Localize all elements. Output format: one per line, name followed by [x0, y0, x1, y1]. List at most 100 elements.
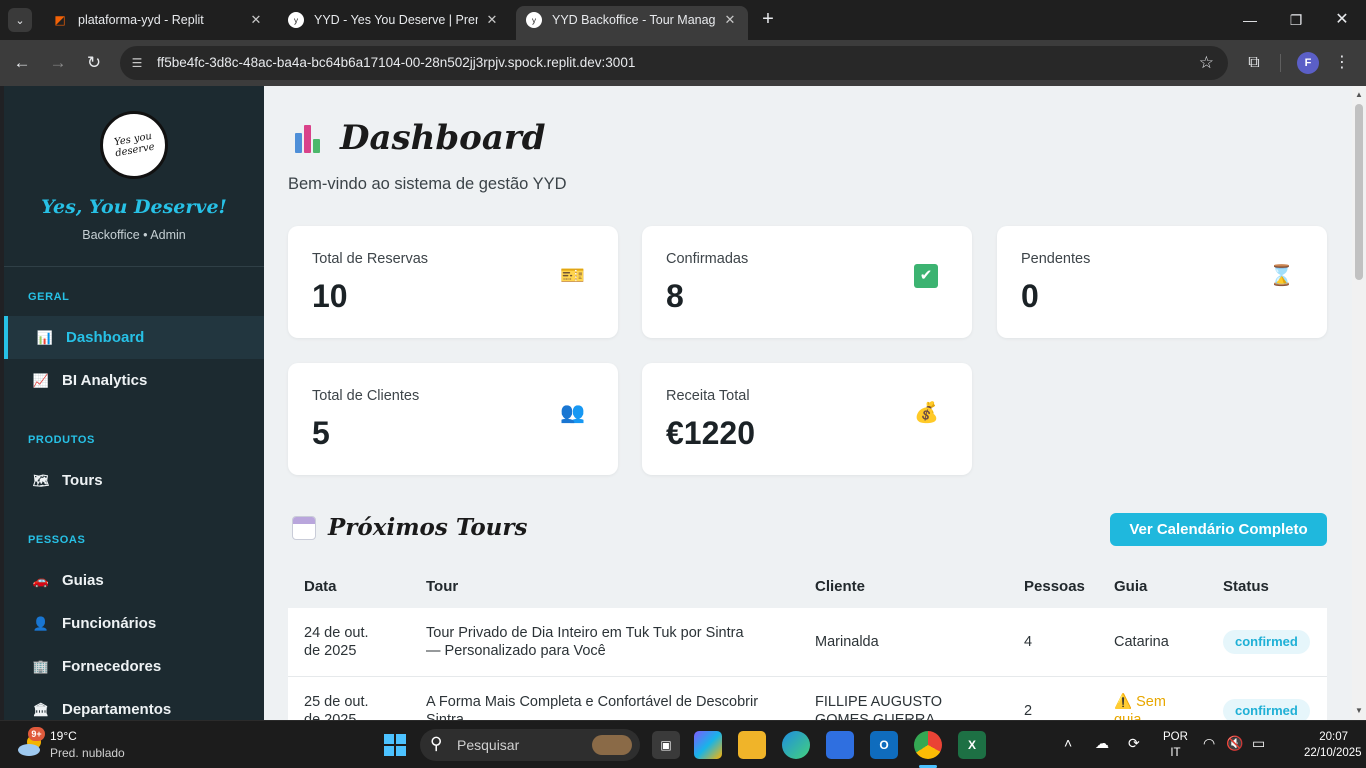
scroll-up-arrow[interactable]: ▲	[1352, 88, 1366, 102]
column-header-guia[interactable]: Guia	[1114, 578, 1147, 595]
new-tab-button[interactable]: +	[758, 8, 778, 32]
status-badge: confirmed	[1223, 699, 1310, 720]
building-icon: 🏢	[32, 658, 50, 674]
welcome-text: Bem-vindo ao sistema de gestão YYD	[288, 175, 567, 193]
table-row[interactable]: 25 de out. de 2025 A Forma Mais Completa …	[288, 677, 1327, 720]
excel-icon[interactable]: X	[958, 731, 986, 759]
bar-chart-icon: 📊	[36, 329, 54, 345]
sidebar: Yes you deserve Yes, You Deserve! Backof…	[4, 86, 264, 720]
sidebar-item-tours[interactable]: 🗺 Tours	[4, 459, 264, 502]
minimize-button[interactable]: —	[1236, 8, 1264, 32]
language-indicator[interactable]: POR IT	[1163, 729, 1188, 761]
chevron-up-icon[interactable]: ˄	[1064, 735, 1072, 751]
address-bar[interactable]: ☰ ff5be4fc-3d8c-48ac-ba4a-bc64b6a17104-0…	[120, 46, 1228, 80]
bar-chart-icon	[292, 121, 326, 155]
sidebar-item-bi-analytics[interactable]: 📈 BI Analytics	[4, 359, 264, 402]
brand-name: Yes, You Deserve!	[41, 196, 227, 218]
hourglass-icon: ⌛	[1269, 265, 1294, 287]
microsoft-store-icon[interactable]	[826, 731, 854, 759]
reload-button[interactable]: ↻	[82, 51, 106, 75]
map-icon: 🗺	[32, 472, 50, 488]
scroll-down-arrow[interactable]: ▼	[1352, 704, 1366, 718]
column-header-pessoas[interactable]: Pessoas	[1024, 578, 1085, 595]
stat-card-confirmadas: Confirmadas 8 ✔	[642, 226, 972, 338]
windows-start-icon[interactable]	[384, 734, 406, 756]
weather-temperature[interactable]: 19°C	[50, 729, 77, 743]
tab-search-button[interactable]: ⌄	[8, 8, 32, 32]
wifi-icon[interactable]: ◠	[1203, 735, 1215, 752]
menu-dots-icon[interactable]: ⋮	[1334, 51, 1350, 75]
close-icon[interactable]: ✕	[722, 12, 738, 28]
system-clock[interactable]: 20:07 22/10/2025	[1304, 729, 1362, 761]
sidebar-item-dashboard[interactable]: 📊 Dashboard	[4, 316, 264, 359]
column-header-cliente[interactable]: Cliente	[815, 578, 865, 595]
profile-avatar[interactable]: F	[1297, 52, 1319, 74]
outlook-icon[interactable]: O	[870, 731, 898, 759]
taskbar-search[interactable]: ⚲ Pesquisar	[420, 729, 640, 761]
page-title: Dashboard	[292, 118, 546, 158]
tuktuk-icon: 🚗	[32, 572, 50, 588]
money-bag-icon: 💰	[914, 402, 939, 424]
sidebar-item-funcionarios[interactable]: 👤 Funcionários	[4, 602, 264, 645]
page-viewport: Yes you deserve Yes, You Deserve! Backof…	[0, 86, 1366, 720]
url-text[interactable]: ff5be4fc-3d8c-48ac-ba4a-bc64b6a17104-00-…	[157, 46, 635, 80]
sidebar-item-fornecedores[interactable]: 🏢 Fornecedores	[4, 645, 264, 688]
forward-button[interactable]: →	[46, 51, 70, 75]
check-icon: ✔	[914, 264, 938, 288]
restore-button[interactable]: ❐	[1282, 8, 1310, 32]
task-view-icon[interactable]: ▣	[652, 731, 680, 759]
brand-subtitle: Backoffice • Admin	[82, 228, 186, 242]
speaker-muted-icon[interactable]: 🔇	[1226, 735, 1243, 752]
page-scrollbar[interactable]: ▲ ▼	[1352, 86, 1366, 720]
m365-copilot-icon[interactable]	[694, 731, 722, 759]
weather-description[interactable]: Pred. nublado	[50, 746, 125, 760]
yyd-icon: y	[288, 12, 304, 28]
column-header-data[interactable]: Data	[304, 578, 337, 595]
notification-badge: 9+	[28, 727, 45, 741]
extensions-icon[interactable]: ⧉	[1242, 51, 1266, 75]
edge-browser-icon[interactable]	[782, 731, 810, 759]
file-explorer-icon[interactable]	[738, 731, 766, 759]
battery-icon[interactable]: ▭	[1252, 735, 1265, 752]
column-header-tour[interactable]: Tour	[426, 578, 458, 595]
search-icon: ⚲	[430, 734, 443, 753]
table-row[interactable]: 24 de out. de 2025 Tour Privado de Dia In…	[288, 608, 1327, 677]
tab-replit[interactable]: ◩ plataforma-yyd - Replit ✕	[42, 6, 274, 34]
scrollbar-thumb[interactable]	[1355, 104, 1363, 280]
stat-card-pendentes: Pendentes 0 ⌛	[997, 226, 1327, 338]
search-highlight-image	[592, 735, 632, 755]
close-icon[interactable]: ✕	[248, 12, 264, 28]
tab-yyd-site[interactable]: y YYD - Yes You Deserve | Premium ✕	[278, 6, 510, 34]
trend-chart-icon: 📈	[32, 372, 50, 388]
people-icon: 👥	[560, 402, 585, 424]
onedrive-cloud-icon[interactable]: ☁	[1095, 735, 1109, 752]
brand-logo[interactable]: Yes you deserve	[100, 111, 168, 179]
section-label-geral: GERAL	[28, 291, 70, 303]
yyd-icon: y	[526, 12, 542, 28]
close-window-button[interactable]: ✕	[1328, 8, 1356, 32]
section-label-pessoas: PESSOAS	[28, 534, 86, 546]
column-header-status[interactable]: Status	[1223, 578, 1269, 595]
browser-toolbar: ← → ↻ ☰ ff5be4fc-3d8c-48ac-ba4a-bc64b6a1…	[0, 40, 1366, 86]
back-button[interactable]: ←	[10, 51, 34, 75]
calendar-icon	[292, 515, 316, 540]
sidebar-item-guias[interactable]: 🚗 Guias	[4, 559, 264, 602]
stat-card-total-reservas: Total de Reservas 10 🎫	[288, 226, 618, 338]
replit-icon: ◩	[54, 13, 66, 27]
site-info-icon[interactable]: ☰	[128, 54, 146, 72]
full-calendar-button[interactable]: Ver Calendário Completo	[1110, 513, 1327, 546]
section-label-produtos: PRODUTOS	[28, 434, 95, 446]
sidebar-item-departamentos[interactable]: 🏛 Departamentos	[4, 688, 264, 720]
main-content: Dashboard Bem-vindo ao sistema de gestão…	[264, 86, 1352, 720]
windows-taskbar: 9+ 19°C Pred. nublado ⚲ Pesquisar ▣ O X …	[0, 720, 1366, 768]
close-icon[interactable]: ✕	[484, 12, 500, 28]
chrome-browser-icon[interactable]	[914, 731, 942, 759]
tab-yyd-backoffice[interactable]: y YYD Backoffice - Tour Managem ✕	[516, 6, 748, 40]
stat-card-receita-total: Receita Total €1220 💰	[642, 363, 972, 475]
sync-icon[interactable]: ⟳	[1128, 735, 1140, 752]
bookmark-star-icon[interactable]: ☆	[1199, 53, 1214, 73]
upcoming-tours-title: Próximos Tours	[292, 514, 527, 541]
toolbar-divider	[1280, 54, 1281, 72]
no-guide-warning: ⚠️ Sem guia	[1114, 694, 1166, 720]
browser-tab-bar: ⌄ ◩ plataforma-yyd - Replit ✕ y YYD - Ye…	[0, 0, 1366, 40]
